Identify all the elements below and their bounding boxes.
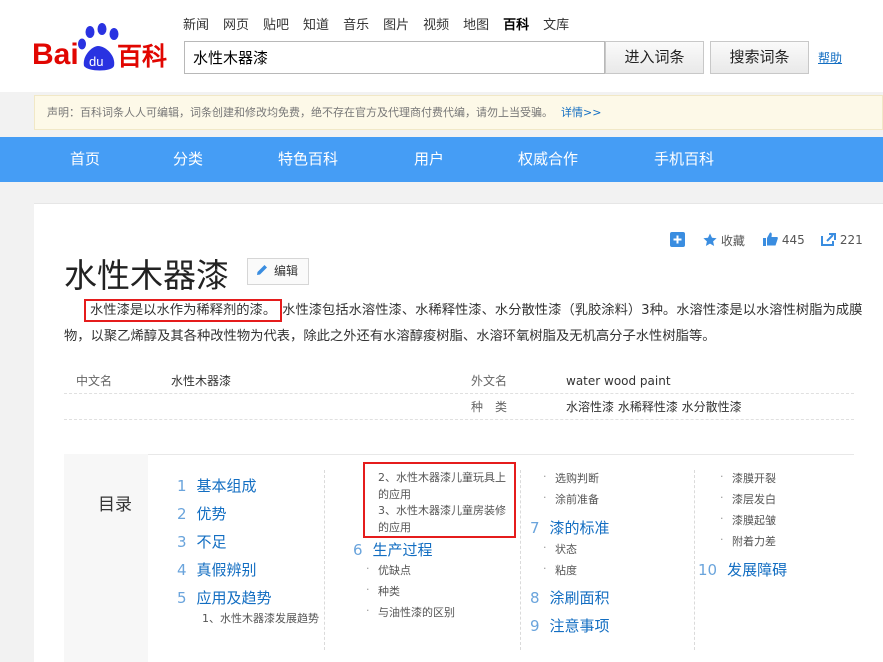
catalog-item[interactable]: 10 发展障碍	[698, 559, 787, 580]
catalog-subitem[interactable]: 粘度	[543, 562, 577, 578]
page-title: 水性木器漆	[64, 256, 229, 295]
catalog-divider	[694, 470, 695, 650]
catalog-item[interactable]: 3 不足	[177, 531, 227, 552]
catalog-subitem[interactable]: 优缺点	[366, 562, 411, 578]
top-nav-map[interactable]: 地图	[463, 14, 489, 33]
notice-bar: 声明：百科词条人人可编辑，词条创建和修改均免费，绝不存在官方及代理商付费代编，请…	[34, 95, 883, 130]
catalog-item[interactable]: 8 涂刷面积	[530, 587, 610, 608]
catalog-item[interactable]: 1 基本组成	[177, 475, 257, 496]
summary: 水性漆是以水作为稀释剂的漆。 水性漆包括水溶性漆、水稀释性漆、水分散性漆（乳胶涂料…	[64, 298, 864, 350]
catalog-subitem[interactable]: 附着力差	[720, 533, 776, 549]
basic-info-row: 中文名 水性木器漆 外文名 water wood paint	[64, 368, 854, 394]
catalog-label: 目录	[98, 495, 132, 515]
basic-info: 中文名 水性木器漆 外文名 water wood paint 种 类 水溶性漆 …	[64, 368, 854, 420]
logo-baike: 百科	[117, 42, 167, 71]
catalog-subitem[interactable]: 1、水性木器漆发展趋势	[202, 610, 320, 627]
help-link[interactable]: 帮助	[818, 49, 842, 66]
main-nav-category[interactable]: 分类	[173, 137, 203, 182]
catalog-subitem[interactable]: 与油性漆的区别	[366, 604, 455, 620]
logo-du: du	[89, 54, 103, 69]
catalog-subitem[interactable]: 漆膜起皱	[720, 512, 776, 528]
catalog-subitem[interactable]: 涂前准备	[543, 491, 599, 507]
catalog-subitem[interactable]: 状态	[543, 541, 577, 557]
share-icon	[821, 233, 836, 246]
top-nav-tieba[interactable]: 贴吧	[263, 14, 289, 33]
catalog-subitem[interactable]: 漆层发白	[720, 491, 776, 507]
edit-label: 编辑	[274, 264, 299, 278]
catalog-subitem[interactable]: 3、水性木器漆儿童房装修的应用	[378, 502, 508, 536]
type-value: 水溶性漆 水稀释性漆 水分散性漆	[566, 400, 742, 414]
catalog-item[interactable]: 2 优势	[177, 503, 227, 524]
main-nav-featured[interactable]: 特色百科	[278, 137, 338, 182]
top-nav-news[interactable]: 新闻	[183, 14, 209, 33]
baidu-baike-logo[interactable]: Bai du 百科	[32, 22, 172, 74]
en-name-value: water wood paint	[566, 374, 671, 388]
cn-name-value: 水性木器漆	[171, 374, 232, 388]
main-nav-user[interactable]: 用户	[414, 137, 444, 182]
catalog-item[interactable]: 7 漆的标准	[530, 517, 610, 538]
add-button[interactable]	[670, 232, 685, 250]
like-count: 445	[781, 233, 805, 247]
catalog-item[interactable]: 4 真假辨别	[177, 559, 257, 580]
catalog-item[interactable]: 9 注意事项	[530, 615, 610, 636]
search-input[interactable]	[184, 41, 605, 74]
share-count: 221	[839, 233, 863, 247]
like-button[interactable]: 445	[763, 232, 805, 247]
catalog-item[interactable]: 5 应用及趋势	[177, 587, 272, 608]
catalog-divider	[520, 470, 521, 650]
logo-bai: Bai	[32, 38, 79, 71]
top-nav-web[interactable]: 网页	[223, 14, 249, 33]
enter-entry-button[interactable]: 进入词条	[605, 41, 704, 74]
catalog-subitem[interactable]: 选购判断	[543, 470, 599, 486]
top-nav-wenku[interactable]: 文库	[543, 14, 569, 33]
main-nav-partners[interactable]: 权威合作	[518, 137, 578, 182]
catalog-subitem[interactable]: 漆膜开裂	[720, 470, 776, 486]
notice-detail-link[interactable]: 详情>>	[561, 106, 601, 119]
top-nav-video[interactable]: 视频	[423, 14, 449, 33]
main-nav-mobile[interactable]: 手机百科	[654, 137, 714, 182]
pencil-icon	[257, 265, 267, 275]
page: Bai du 百科 新闻 网页 贴吧 知道 音乐 图片 视频 地图 百科 文库 …	[0, 0, 883, 662]
catalog-label-box: 目录	[64, 454, 148, 662]
summary-lead-highlight: 水性漆是以水作为稀释剂的漆。	[84, 299, 283, 322]
share-button[interactable]: 221	[821, 232, 863, 247]
header: Bai du 百科 新闻 网页 贴吧 知道 音乐 图片 视频 地图 百科 文库 …	[0, 0, 883, 92]
plus-icon	[670, 232, 685, 247]
catalog-subitem[interactable]: 种类	[366, 583, 400, 599]
basic-info-row: 种 类 水溶性漆 水稀释性漆 水分散性漆	[64, 394, 854, 420]
edit-button[interactable]: 编辑	[247, 258, 309, 285]
top-nav-image[interactable]: 图片	[383, 14, 409, 33]
search-entry-button[interactable]: 搜索词条	[710, 41, 809, 74]
type-key: 种 类	[471, 400, 508, 414]
top-nav-baike[interactable]: 百科	[503, 14, 529, 33]
catalog-divider	[324, 470, 325, 650]
collect-button[interactable]: 收藏	[703, 232, 745, 249]
en-name-key: 外文名	[471, 374, 508, 388]
main-nav: 首页 分类 特色百科 用户 权威合作 手机百科	[0, 137, 883, 182]
star-icon	[703, 233, 717, 246]
main-nav-home[interactable]: 首页	[70, 137, 100, 182]
catalog-subitem[interactable]: 2、水性木器漆儿童玩具上的应用	[378, 469, 508, 503]
top-nav-zhidao[interactable]: 知道	[303, 14, 329, 33]
top-nav-music[interactable]: 音乐	[343, 14, 369, 33]
collect-label: 收藏	[720, 234, 745, 248]
cn-name-key: 中文名	[76, 374, 113, 388]
catalog-item[interactable]: 6 生产过程	[353, 539, 433, 560]
notice-text: 声明：百科词条人人可编辑，词条创建和修改均免费，绝不存在官方及代理商付费代编，请…	[47, 106, 553, 119]
top-nav: 新闻 网页 贴吧 知道 音乐 图片 视频 地图 百科 文库	[183, 14, 583, 33]
thumbs-up-icon	[763, 232, 778, 246]
